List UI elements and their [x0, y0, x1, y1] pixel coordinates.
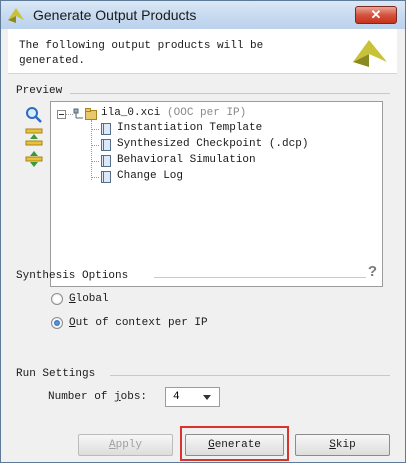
collapse-all-icon[interactable]: [25, 128, 43, 146]
dialog-content: The following output products will be ge…: [8, 29, 397, 461]
tree-connector: [91, 129, 99, 130]
tree-item[interactable]: Change Log: [117, 170, 183, 182]
preview-tree[interactable]: ila_0.xci (OOC per IP) Instantiation Tem…: [50, 101, 383, 287]
dialog-window: Generate Output Products ✕ The following…: [0, 0, 406, 463]
tree-connector: [91, 145, 99, 146]
tree-connector: [66, 114, 73, 115]
ooc-radio[interactable]: [51, 317, 63, 329]
tree-connector: [91, 177, 99, 178]
help-icon[interactable]: ?: [368, 263, 377, 280]
collapse-toggle-icon[interactable]: [57, 110, 66, 119]
expand-all-icon[interactable]: [25, 150, 43, 168]
title-bar[interactable]: Generate Output Products ✕: [1, 1, 405, 29]
ip-folder-icon: [85, 108, 97, 120]
tree-item[interactable]: Synthesized Checkpoint (.dcp): [117, 138, 308, 150]
ooc-radio-label[interactable]: Out of context per IP: [69, 317, 208, 329]
jobs-select[interactable]: 4: [165, 387, 220, 407]
global-radio-label[interactable]: Global: [69, 293, 109, 305]
vivado-logo-icon: [353, 40, 387, 67]
preview-separator: [70, 93, 390, 94]
file-icon: [101, 171, 111, 183]
tree-root-label[interactable]: ila_0.xci (OOC per IP): [101, 107, 246, 119]
window-title: Generate Output Products: [33, 7, 197, 23]
tree-connector: [91, 161, 99, 162]
generate-button[interactable]: Generate: [185, 434, 284, 456]
skip-button[interactable]: Skip: [295, 434, 390, 456]
close-icon: ✕: [370, 7, 382, 22]
jobs-select-value: 4: [173, 391, 180, 403]
header-panel: The following output products will be ge…: [8, 29, 397, 74]
tree-item[interactable]: Behavioral Simulation: [117, 154, 256, 166]
chevron-down-icon: [203, 395, 211, 400]
close-button[interactable]: ✕: [355, 6, 397, 24]
description-text: The following output products will be ge…: [19, 40, 264, 67]
run-settings-separator: [110, 375, 390, 376]
search-icon[interactable]: [25, 106, 43, 124]
number-of-jobs-label: Number of jobs:: [48, 391, 148, 403]
synthesis-separator: [154, 277, 366, 278]
apply-button[interactable]: Apply: [78, 434, 173, 456]
hierarchy-icon: [73, 108, 83, 119]
global-radio[interactable]: [51, 293, 63, 305]
file-icon: [101, 123, 111, 135]
file-icon: [101, 139, 111, 151]
run-settings-label: Run Settings: [16, 368, 96, 380]
file-icon: [101, 155, 111, 167]
tree-item[interactable]: Instantiation Template: [117, 122, 262, 134]
preview-label: Preview: [16, 85, 63, 97]
vivado-app-icon: [8, 8, 24, 23]
synthesis-options-label: Synthesis Options: [16, 270, 129, 282]
